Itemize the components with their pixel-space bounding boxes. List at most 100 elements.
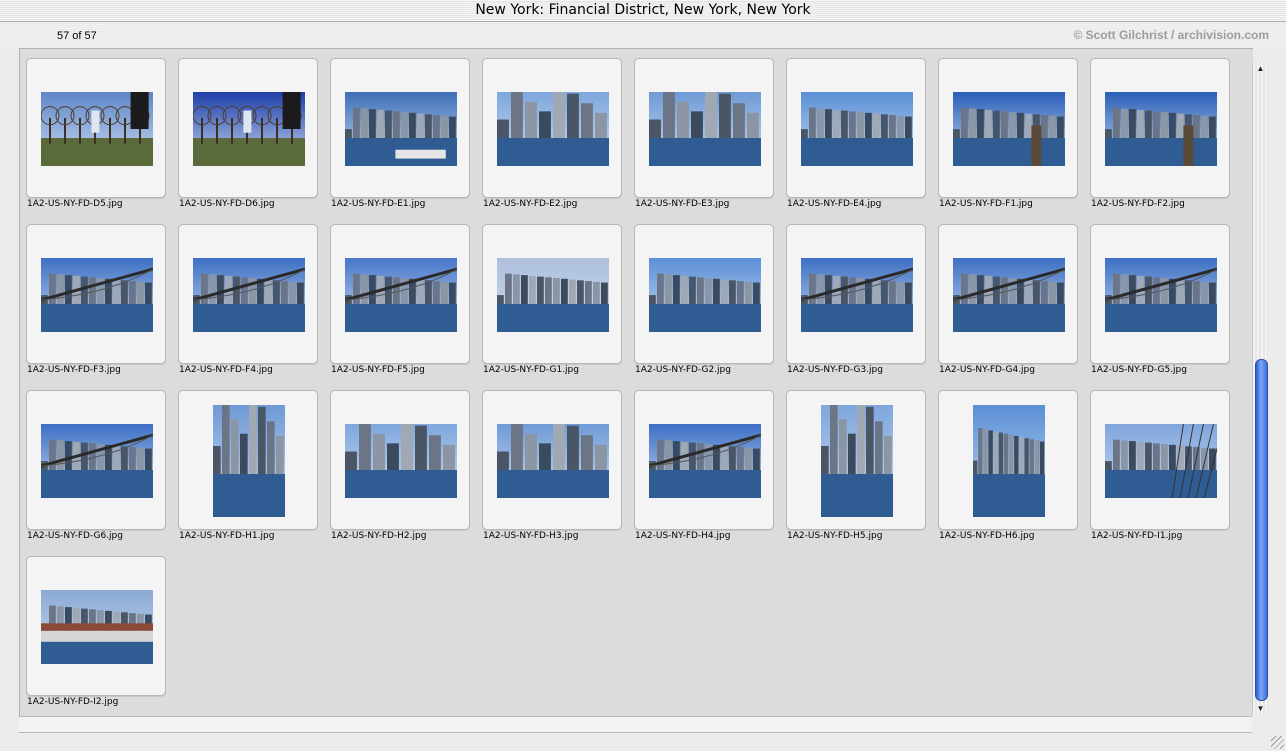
copyright-credit: © Scott Gilchrist / archivision.com: [1073, 28, 1269, 42]
thumbnail-cell[interactable]: 1A2-US-NY-FD-G1.jpg: [482, 224, 622, 384]
thumbnail-frame[interactable]: [786, 58, 926, 198]
thumbnail-image[interactable]: [345, 258, 457, 332]
thumbnail-frame[interactable]: [330, 58, 470, 198]
thumbnail-cell[interactable]: 1A2-US-NY-FD-H6.jpg: [938, 390, 1078, 550]
thumbnail-filename: 1A2-US-NY-FD-E2.jpg: [483, 199, 578, 209]
thumbnail-cell[interactable]: 1A2-US-NY-FD-H2.jpg: [330, 390, 470, 550]
thumbnail-frame[interactable]: [786, 390, 926, 530]
thumbnail-cell[interactable]: 1A2-US-NY-FD-E1.jpg: [330, 58, 470, 218]
thumbnail-frame[interactable]: [482, 58, 622, 198]
thumbnail-filename: 1A2-US-NY-FD-H4.jpg: [635, 531, 731, 541]
thumbnail-frame[interactable]: [634, 58, 774, 198]
thumbnail-frame[interactable]: [634, 224, 774, 364]
thumbnail-cell[interactable]: 1A2-US-NY-FD-E3.jpg: [634, 58, 774, 218]
horizontal-scrollbar[interactable]: [19, 716, 1252, 733]
thumbnail-filename: 1A2-US-NY-FD-F2.jpg: [1091, 199, 1185, 209]
thumbnail-image[interactable]: [821, 405, 893, 517]
thumbnail-filename: 1A2-US-NY-FD-G2.jpg: [635, 365, 731, 375]
resize-grip-icon[interactable]: [1271, 736, 1284, 749]
thumbnail-frame[interactable]: [1090, 224, 1230, 364]
thumbnail-cell[interactable]: 1A2-US-NY-FD-F4.jpg: [178, 224, 318, 384]
thumbnail-image[interactable]: [193, 92, 305, 166]
vertical-scrollbar[interactable]: ▲ ▼: [1252, 62, 1268, 715]
thumbnail-filename: 1A2-US-NY-FD-D6.jpg: [179, 199, 275, 209]
thumbnail-image[interactable]: [41, 590, 153, 664]
thumbnail-frame[interactable]: [330, 224, 470, 364]
thumbnail-image[interactable]: [41, 258, 153, 332]
thumbnail-frame[interactable]: [938, 58, 1078, 198]
thumbnail-frame[interactable]: [482, 224, 622, 364]
thumbnail-cell[interactable]: 1A2-US-NY-FD-E2.jpg: [482, 58, 622, 218]
thumbnail-filename: 1A2-US-NY-FD-H1.jpg: [179, 531, 275, 541]
thumbnail-image[interactable]: [649, 424, 761, 498]
thumbnail-frame[interactable]: [26, 224, 166, 364]
thumbnail-frame[interactable]: [1090, 390, 1230, 530]
thumbnail-cell[interactable]: 1A2-US-NY-FD-F2.jpg: [1090, 58, 1230, 218]
thumbnail-image[interactable]: [1105, 92, 1217, 166]
thumbnail-cell[interactable]: 1A2-US-NY-FD-I1.jpg: [1090, 390, 1230, 550]
arrow-up-icon[interactable]: ▲: [1253, 62, 1268, 75]
thumbnail-image[interactable]: [41, 92, 153, 166]
thumbnail-image[interactable]: [801, 258, 913, 332]
thumbnail-cell[interactable]: 1A2-US-NY-FD-E4.jpg: [786, 58, 926, 218]
thumbnail-frame[interactable]: [938, 390, 1078, 530]
thumbnail-cell[interactable]: 1A2-US-NY-FD-D6.jpg: [178, 58, 318, 218]
thumbnail-image[interactable]: [801, 92, 913, 166]
thumbnail-cell[interactable]: 1A2-US-NY-FD-H3.jpg: [482, 390, 622, 550]
thumbnail-frame[interactable]: [330, 390, 470, 530]
thumbnail-cell[interactable]: 1A2-US-NY-FD-G3.jpg: [786, 224, 926, 384]
thumbnail-image[interactable]: [213, 405, 285, 517]
thumbnail-cell[interactable]: 1A2-US-NY-FD-F5.jpg: [330, 224, 470, 384]
thumbnail-image[interactable]: [649, 258, 761, 332]
thumbnail-image[interactable]: [345, 424, 457, 498]
arrow-down-icon[interactable]: ▼: [1253, 702, 1268, 715]
thumbnail-cell[interactable]: 1A2-US-NY-FD-D5.jpg: [26, 58, 166, 218]
thumbnail-image[interactable]: [41, 424, 153, 498]
thumbnail-grid: 1A2-US-NY-FD-D5.jpg 1A2-US-NY-FD-D6.jpg 1A…: [19, 48, 1253, 716]
thumbnail-cell[interactable]: 1A2-US-NY-FD-G5.jpg: [1090, 224, 1230, 384]
thumbnail-image[interactable]: [1105, 424, 1217, 498]
thumbnail-filename: 1A2-US-NY-FD-E1.jpg: [331, 199, 426, 209]
thumbnail-image[interactable]: [649, 92, 761, 166]
thumbnail-frame[interactable]: [938, 224, 1078, 364]
thumbnail-frame[interactable]: [26, 58, 166, 198]
thumbnail-cell[interactable]: 1A2-US-NY-FD-G2.jpg: [634, 224, 774, 384]
thumbnail-image[interactable]: [497, 258, 609, 332]
thumbnail-filename: 1A2-US-NY-FD-E3.jpg: [635, 199, 730, 209]
thumbnail-filename: 1A2-US-NY-FD-I1.jpg: [1091, 531, 1183, 541]
thumbnail-image[interactable]: [973, 405, 1045, 517]
thumbnail-cell[interactable]: 1A2-US-NY-FD-G4.jpg: [938, 224, 1078, 384]
thumbnail-filename: 1A2-US-NY-FD-H5.jpg: [787, 531, 883, 541]
thumbnail-frame[interactable]: [26, 390, 166, 530]
thumbnail-image[interactable]: [1105, 258, 1217, 332]
thumbnail-filename: 1A2-US-NY-FD-G3.jpg: [787, 365, 883, 375]
thumbnail-filename: 1A2-US-NY-FD-G5.jpg: [1091, 365, 1187, 375]
thumbnail-cell[interactable]: 1A2-US-NY-FD-F1.jpg: [938, 58, 1078, 218]
thumbnail-frame[interactable]: [178, 58, 318, 198]
thumbnail-frame[interactable]: [178, 390, 318, 530]
thumbnail-frame[interactable]: [178, 224, 318, 364]
thumbnail-frame[interactable]: [26, 556, 166, 696]
thumbnail-frame[interactable]: [634, 390, 774, 530]
thumbnail-image[interactable]: [497, 424, 609, 498]
thumbnail-cell[interactable]: 1A2-US-NY-FD-H5.jpg: [786, 390, 926, 550]
thumbnail-filename: 1A2-US-NY-FD-G4.jpg: [939, 365, 1035, 375]
thumbnail-cell[interactable]: 1A2-US-NY-FD-F3.jpg: [26, 224, 166, 384]
scrollbar-thumb[interactable]: [1255, 359, 1268, 701]
thumbnail-frame[interactable]: [482, 390, 622, 530]
thumbnail-frame[interactable]: [786, 224, 926, 364]
thumbnail-image[interactable]: [345, 92, 457, 166]
window-titlebar[interactable]: New York: Financial District, New York, …: [0, 0, 1286, 22]
thumbnail-cell[interactable]: 1A2-US-NY-FD-H1.jpg: [178, 390, 318, 550]
thumbnail-filename: 1A2-US-NY-FD-F1.jpg: [939, 199, 1033, 209]
thumbnail-filename: 1A2-US-NY-FD-I2.jpg: [27, 697, 119, 707]
thumbnail-image[interactable]: [497, 92, 609, 166]
thumbnail-cell[interactable]: 1A2-US-NY-FD-I2.jpg: [26, 556, 166, 716]
thumbnail-cell[interactable]: 1A2-US-NY-FD-H4.jpg: [634, 390, 774, 550]
thumbnail-image[interactable]: [953, 92, 1065, 166]
window-title: New York: Financial District, New York, …: [469, 2, 817, 18]
thumbnail-cell[interactable]: 1A2-US-NY-FD-G6.jpg: [26, 390, 166, 550]
thumbnail-image[interactable]: [193, 258, 305, 332]
thumbnail-frame[interactable]: [1090, 58, 1230, 198]
thumbnail-image[interactable]: [953, 258, 1065, 332]
